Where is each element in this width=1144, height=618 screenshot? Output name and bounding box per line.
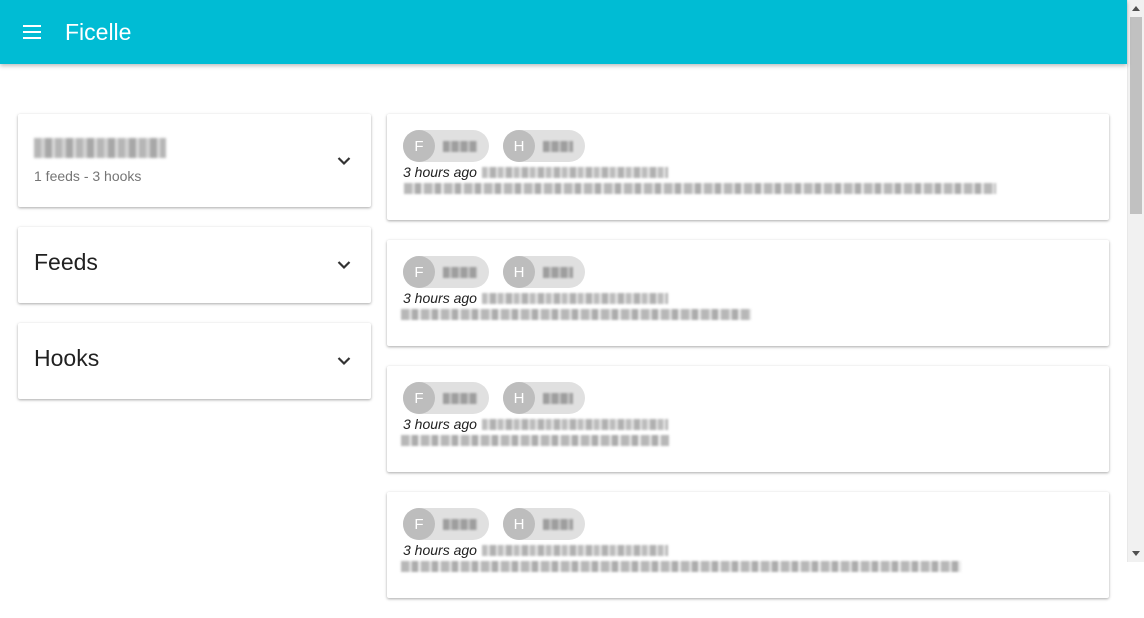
scroll-up-arrow-icon xyxy=(1132,6,1140,11)
chevron-down-icon[interactable] xyxy=(337,156,351,166)
feed-chip-label-redacted xyxy=(443,266,477,278)
chevron-down-icon[interactable] xyxy=(337,356,351,366)
event-time: 3 hours ago xyxy=(403,164,477,180)
scroll-thumb[interactable] xyxy=(1130,17,1142,214)
hook-chip-label-redacted xyxy=(543,140,573,152)
feed-chip[interactable]: F xyxy=(403,508,489,540)
event-message-redacted xyxy=(401,309,751,320)
event-message-redacted xyxy=(401,435,669,446)
app-title: Ficelle xyxy=(65,18,132,45)
event-list: F H 3 hours ago F H 3 hours ago F H 3 ho… xyxy=(387,114,1109,618)
menu-icon xyxy=(23,25,41,39)
feed-chip[interactable]: F xyxy=(403,382,489,414)
event-time: 3 hours ago xyxy=(403,542,477,558)
feed-chip-label-redacted xyxy=(443,140,477,152)
event-message-redacted xyxy=(401,561,961,572)
hook-chip-label-redacted xyxy=(543,392,573,404)
event-card: F H 3 hours ago xyxy=(387,492,1109,598)
scroll-down-arrow-icon xyxy=(1132,551,1140,556)
feed-chip-avatar: F xyxy=(403,130,435,162)
event-meta-redacted xyxy=(481,418,668,430)
feeds-panel-title: Feeds xyxy=(34,249,98,275)
event-time: 3 hours ago xyxy=(403,290,477,306)
feed-chip-label-redacted xyxy=(443,518,477,530)
chevron-down-icon[interactable] xyxy=(337,260,351,270)
event-card: F H 3 hours ago xyxy=(387,240,1109,346)
event-meta-redacted xyxy=(481,166,668,178)
feed-chip[interactable]: F xyxy=(403,130,489,162)
feeds-panel[interactable]: Feeds xyxy=(18,227,371,303)
hook-chip-avatar: H xyxy=(503,256,535,288)
feed-chip-avatar: F xyxy=(403,508,435,540)
feed-chip-label-redacted xyxy=(443,392,477,404)
user-name-redacted xyxy=(34,138,166,158)
app-bar: Ficelle xyxy=(0,0,1127,64)
event-meta-redacted xyxy=(481,292,668,304)
hook-chip-avatar: H xyxy=(503,382,535,414)
user-panel-summary: 1 feeds - 3 hooks xyxy=(34,168,142,184)
feed-chip-avatar: F xyxy=(403,256,435,288)
hook-chip[interactable]: H xyxy=(503,382,585,414)
hooks-panel[interactable]: Hooks xyxy=(18,323,371,399)
page-scrollbar[interactable] xyxy=(1127,0,1144,562)
hook-chip-label-redacted xyxy=(543,266,573,278)
hooks-panel-title: Hooks xyxy=(34,345,100,371)
event-card: F H 3 hours ago xyxy=(387,366,1109,472)
scroll-down-button[interactable] xyxy=(1128,545,1144,562)
feed-chip[interactable]: F xyxy=(403,256,489,288)
hook-chip-avatar: H xyxy=(503,508,535,540)
event-meta-redacted xyxy=(481,544,668,556)
hook-chip[interactable]: H xyxy=(503,130,585,162)
event-message-redacted xyxy=(404,183,996,194)
hook-chip-avatar: H xyxy=(503,130,535,162)
feed-chip-avatar: F xyxy=(403,382,435,414)
hook-chip[interactable]: H xyxy=(503,256,585,288)
sidebar: 1 feeds - 3 hooks Feeds Hooks xyxy=(18,114,371,399)
scroll-up-button[interactable] xyxy=(1128,0,1144,17)
event-card: F H 3 hours ago xyxy=(387,114,1109,220)
hook-chip[interactable]: H xyxy=(503,508,585,540)
event-time: 3 hours ago xyxy=(403,416,477,432)
hook-chip-label-redacted xyxy=(543,518,573,530)
menu-button[interactable] xyxy=(0,0,64,64)
user-panel[interactable]: 1 feeds - 3 hooks xyxy=(18,114,371,207)
